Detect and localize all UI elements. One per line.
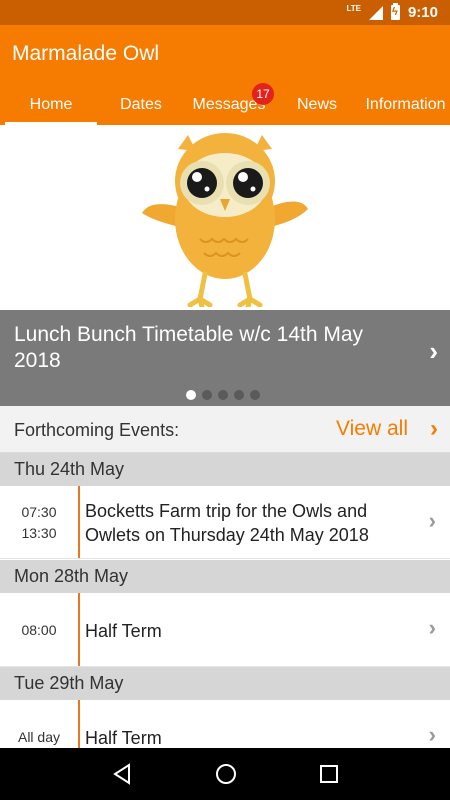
tab-label: Home <box>29 96 73 113</box>
carousel-dot[interactable] <box>250 390 260 400</box>
chevron-right-icon: › <box>428 615 436 640</box>
event-title: Half Term <box>85 621 162 641</box>
event-divider <box>78 593 80 666</box>
event-row[interactable]: All day Half Term › <box>0 700 450 748</box>
event-end-time: 13:30 <box>21 525 57 541</box>
tab-home[interactable]: Home <box>5 88 97 125</box>
chevron-right-icon: › <box>428 722 436 747</box>
status-time: 9:10 <box>407 4 438 21</box>
carousel-dots <box>186 390 260 400</box>
home-icon[interactable] <box>215 763 237 785</box>
tab-label: News <box>296 96 337 113</box>
app-bar: Marmalade Owl Home Dates Messages 17 New… <box>0 25 450 125</box>
tab-label: Information <box>365 96 446 113</box>
tab-bar: Home Dates Messages 17 News Information <box>0 83 450 125</box>
event-time: All day <box>17 729 61 745</box>
carousel-dot[interactable] <box>218 390 228 400</box>
event-row[interactable]: 08:00 Half Term › <box>0 593 450 667</box>
recents-icon[interactable] <box>319 764 339 784</box>
events-title: Forthcoming Events: <box>14 420 180 440</box>
battery-icon: ϟ <box>390 3 400 20</box>
date-header: Thu 24th May <box>0 453 450 486</box>
tab-label: Dates <box>120 96 162 113</box>
event-time: 07:30 13:30 <box>0 502 78 544</box>
back-icon[interactable] <box>111 763 133 785</box>
event-divider <box>78 486 80 558</box>
view-all-link[interactable]: View all <box>336 417 408 441</box>
banner-title: Lunch Bunch Timetable w/c 14th May 2018 <box>14 323 364 372</box>
event-title: Half Term <box>85 728 162 748</box>
status-bar: LTE ϟ 9:10 <box>0 0 450 25</box>
signal-icon <box>368 5 383 20</box>
messages-badge: 17 <box>252 83 274 105</box>
carousel-dot[interactable] <box>202 390 212 400</box>
event-start-time: 07:30 <box>21 504 57 520</box>
event-divider <box>78 700 80 748</box>
owl-mascot-image <box>142 133 308 307</box>
banner-carousel[interactable]: Lunch Bunch Timetable w/c 14th May 2018 … <box>0 310 450 406</box>
chevron-right-icon: › <box>428 508 436 533</box>
tab-news[interactable]: News <box>273 88 361 125</box>
tab-information[interactable]: Information <box>361 88 450 125</box>
chevron-right-icon[interactable]: › <box>429 336 438 367</box>
event-row[interactable]: 07:30 13:30 Bocketts Farm trip for the O… <box>0 486 450 559</box>
events-header: Forthcoming Events: View all › <box>0 406 450 453</box>
date-header: Tue 29th May <box>0 667 450 700</box>
app-title: Marmalade Owl <box>12 42 160 65</box>
chevron-right-icon[interactable]: › <box>430 415 438 443</box>
event-time: 08:00 <box>21 622 57 638</box>
carousel-dot[interactable] <box>186 390 196 400</box>
system-nav-bar <box>0 748 450 800</box>
tab-dates[interactable]: Dates <box>97 88 185 125</box>
carousel-dot[interactable] <box>234 390 244 400</box>
network-type: LTE <box>346 4 361 13</box>
event-title: Bocketts Farm trip for the Owls and Owle… <box>85 501 369 545</box>
hero-image[interactable] <box>0 125 450 310</box>
tab-messages[interactable]: Messages 17 <box>185 83 274 125</box>
date-header: Mon 28th May <box>0 560 450 593</box>
